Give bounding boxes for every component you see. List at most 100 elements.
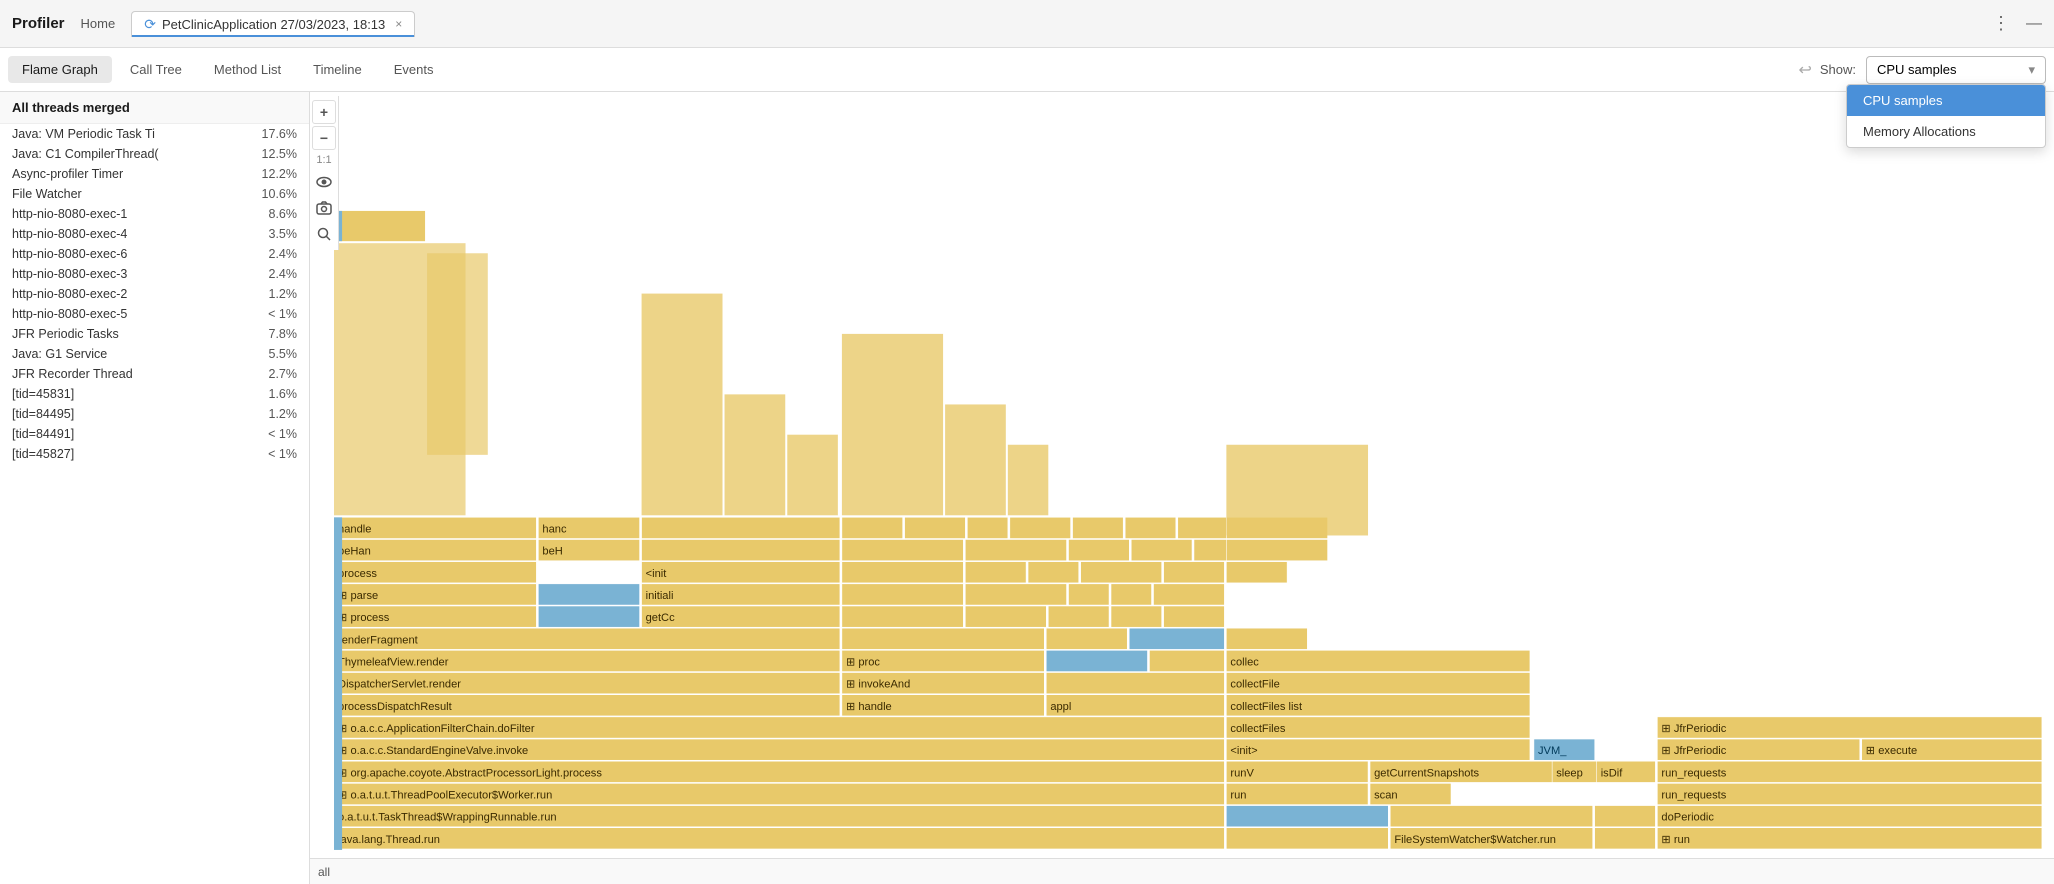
tab-call-tree[interactable]: Call Tree — [116, 56, 196, 83]
svg-text:⊞ parse: ⊞ parse — [338, 590, 378, 602]
sidebar-item-percent: 8.6% — [257, 207, 297, 221]
svg-text:renderFragment: renderFragment — [338, 634, 418, 646]
sidebar-item[interactable]: JFR Recorder Thread 2.7% — [0, 364, 309, 384]
svg-text:beH: beH — [542, 546, 562, 558]
sidebar-item-name: Java: G1 Service — [12, 347, 107, 361]
tab-flame-graph[interactable]: Flame Graph — [8, 56, 112, 83]
sidebar-item[interactable]: Java: C1 CompilerThread( 12.5% — [0, 144, 309, 164]
sidebar-item-name: http-nio-8080-exec-1 — [12, 207, 127, 221]
sidebar-item-name: File Watcher — [12, 187, 82, 201]
sidebar-item-name: http-nio-8080-exec-2 — [12, 287, 127, 301]
svg-text:⊞ process: ⊞ process — [338, 612, 390, 624]
app-tab[interactable]: ⟳ PetClinicApplication 27/03/2023, 18:13… — [131, 11, 415, 37]
sidebar-item-percent: < 1% — [257, 427, 297, 441]
sidebar-item-percent: 2.7% — [257, 367, 297, 381]
sidebar-item-name: Async-profiler Timer — [12, 167, 123, 181]
sidebar-header-label: All threads merged — [12, 100, 130, 115]
tab-timeline[interactable]: Timeline — [299, 56, 376, 83]
sidebar-item[interactable]: [tid=84495] 1.2% — [0, 404, 309, 424]
home-link[interactable]: Home — [81, 16, 116, 31]
flame-area: java.lang.Thread.run FileSystemWatcher$W… — [310, 92, 2054, 884]
svg-text:⊞ org.apache.coyote.AbstractPr: ⊞ org.apache.coyote.AbstractProcessorLig… — [338, 767, 602, 779]
sidebar-item[interactable]: JFR Periodic Tasks 7.8% — [0, 324, 309, 344]
camera-button[interactable] — [312, 196, 336, 220]
svg-text:appl: appl — [1050, 701, 1071, 713]
sidebar-item[interactable]: http-nio-8080-exec-2 1.2% — [0, 284, 309, 304]
app-tab-title: PetClinicApplication 27/03/2023, 18:13 — [162, 17, 385, 32]
sidebar-item-name: [tid=45831] — [12, 387, 74, 401]
sidebar-item[interactable]: [tid=84491] < 1% — [0, 424, 309, 444]
svg-text:sleep: sleep — [1556, 767, 1583, 779]
svg-text:runV: runV — [1230, 767, 1254, 779]
eye-button[interactable] — [312, 170, 336, 194]
sidebar-item[interactable]: [tid=45827] < 1% — [0, 444, 309, 464]
sidebar-item[interactable]: File Watcher 10.6% — [0, 184, 309, 204]
svg-text:collectFiles list: collectFiles list — [1230, 701, 1302, 713]
sidebar-item-percent: < 1% — [257, 307, 297, 321]
show-dropdown-value: CPU samples — [1877, 62, 1956, 77]
sidebar-item-name: Java: C1 CompilerThread( — [12, 147, 159, 161]
svg-text:<init: <init — [646, 568, 667, 580]
sidebar-item[interactable]: http-nio-8080-exec-5 < 1% — [0, 304, 309, 324]
sidebar-item-percent: 3.5% — [257, 227, 297, 241]
sidebar-item[interactable]: http-nio-8080-exec-1 8.6% — [0, 204, 309, 224]
show-dropdown[interactable]: CPU samples ▾ — [1866, 56, 2046, 84]
svg-text:⊞ execute: ⊞ execute — [1866, 745, 1917, 757]
flame-controls: + − 1:1 — [310, 96, 339, 250]
sidebar-item-name: http-nio-8080-exec-4 — [12, 227, 127, 241]
sidebar-item[interactable]: http-nio-8080-exec-4 3.5% — [0, 224, 309, 244]
sidebar-item[interactable]: Async-profiler Timer 12.2% — [0, 164, 309, 184]
show-dropdown-wrapper: CPU samples ▾ CPU samples Memory Allocat… — [1866, 56, 2046, 84]
svg-text:collec: collec — [1230, 657, 1259, 669]
svg-text:getCc: getCc — [646, 612, 675, 624]
sidebar-item[interactable]: Java: G1 Service 5.5% — [0, 344, 309, 364]
more-options-button[interactable]: ⋮ — [1992, 13, 2010, 34]
dropdown-item-memory[interactable]: Memory Allocations — [1847, 116, 2045, 147]
back-icon[interactable]: ↩ — [1794, 56, 1815, 84]
svg-text:run_requests: run_requests — [1661, 790, 1726, 802]
sidebar-item-name: http-nio-8080-exec-5 — [12, 307, 127, 321]
sidebar-item-percent: 1.2% — [257, 407, 297, 421]
zoom-out-button[interactable]: − — [312, 126, 336, 150]
svg-text:run_requests: run_requests — [1661, 767, 1726, 779]
sidebar-item-percent: 10.6% — [257, 187, 297, 201]
search-button[interactable] — [312, 222, 336, 246]
svg-text:java.lang.Thread.run: java.lang.Thread.run — [337, 834, 440, 846]
sidebar-item-name: JFR Periodic Tasks — [12, 327, 119, 341]
search-icon — [316, 226, 332, 242]
svg-text:doPeriodic: doPeriodic — [1661, 812, 1714, 824]
svg-text:getCurrentSnapshots: getCurrentSnapshots — [1374, 767, 1479, 779]
sidebar-item-percent: < 1% — [257, 447, 297, 461]
flame-svg: java.lang.Thread.run FileSystemWatcher$W… — [334, 92, 2054, 858]
sidebar-item-name: [tid=84491] — [12, 427, 74, 441]
sidebar-item[interactable]: http-nio-8080-exec-6 2.4% — [0, 244, 309, 264]
zoom-in-button[interactable]: + — [312, 100, 336, 124]
sidebar-item[interactable]: http-nio-8080-exec-3 2.4% — [0, 264, 309, 284]
camera-icon — [316, 200, 332, 216]
sidebar-item[interactable]: Java: VM Periodic Task Ti 17.6% — [0, 124, 309, 144]
sidebar-item-percent: 7.8% — [257, 327, 297, 341]
show-dropdown-menu: CPU samples Memory Allocations — [1846, 84, 2046, 148]
tab-close-button[interactable]: × — [395, 17, 402, 31]
svg-text:hanc: hanc — [542, 523, 567, 535]
svg-text:process: process — [338, 568, 377, 580]
svg-text:JVM_: JVM_ — [1538, 745, 1567, 757]
app-title: Profiler — [12, 15, 65, 32]
dropdown-item-cpu[interactable]: CPU samples — [1847, 85, 2045, 116]
svg-text:beHan: beHan — [338, 546, 371, 558]
svg-text:o.a.t.u.t.TaskThread$WrappingR: o.a.t.u.t.TaskThread$WrappingRunnable.ru… — [338, 812, 557, 824]
show-label: Show: — [1820, 62, 1856, 77]
svg-text:isDif: isDif — [1601, 767, 1624, 779]
svg-text:⊞ invokeAnd: ⊞ invokeAnd — [846, 679, 910, 691]
svg-text:⊞ o.a.t.u.t.ThreadPoolExecutor: ⊞ o.a.t.u.t.ThreadPoolExecutor$Worker.ru… — [338, 790, 552, 802]
sidebar-item[interactable]: [tid=45831] 1.6% — [0, 384, 309, 404]
sidebar-item-percent: 1.6% — [257, 387, 297, 401]
chevron-down-icon: ▾ — [2028, 62, 2035, 78]
svg-text:⊞ o.a.c.c.StandardEngineValve.: ⊞ o.a.c.c.StandardEngineValve.invoke — [338, 745, 528, 757]
sidebar-list: Java: VM Periodic Task Ti 17.6% Java: C1… — [0, 124, 309, 464]
svg-text:collectFile: collectFile — [1230, 679, 1279, 691]
svg-text:FileSystemWatcher$Watcher.run: FileSystemWatcher$Watcher.run — [1394, 834, 1556, 846]
minimize-button[interactable]: — — [2026, 15, 2042, 33]
tab-events[interactable]: Events — [380, 56, 448, 83]
tab-method-list[interactable]: Method List — [200, 56, 295, 83]
